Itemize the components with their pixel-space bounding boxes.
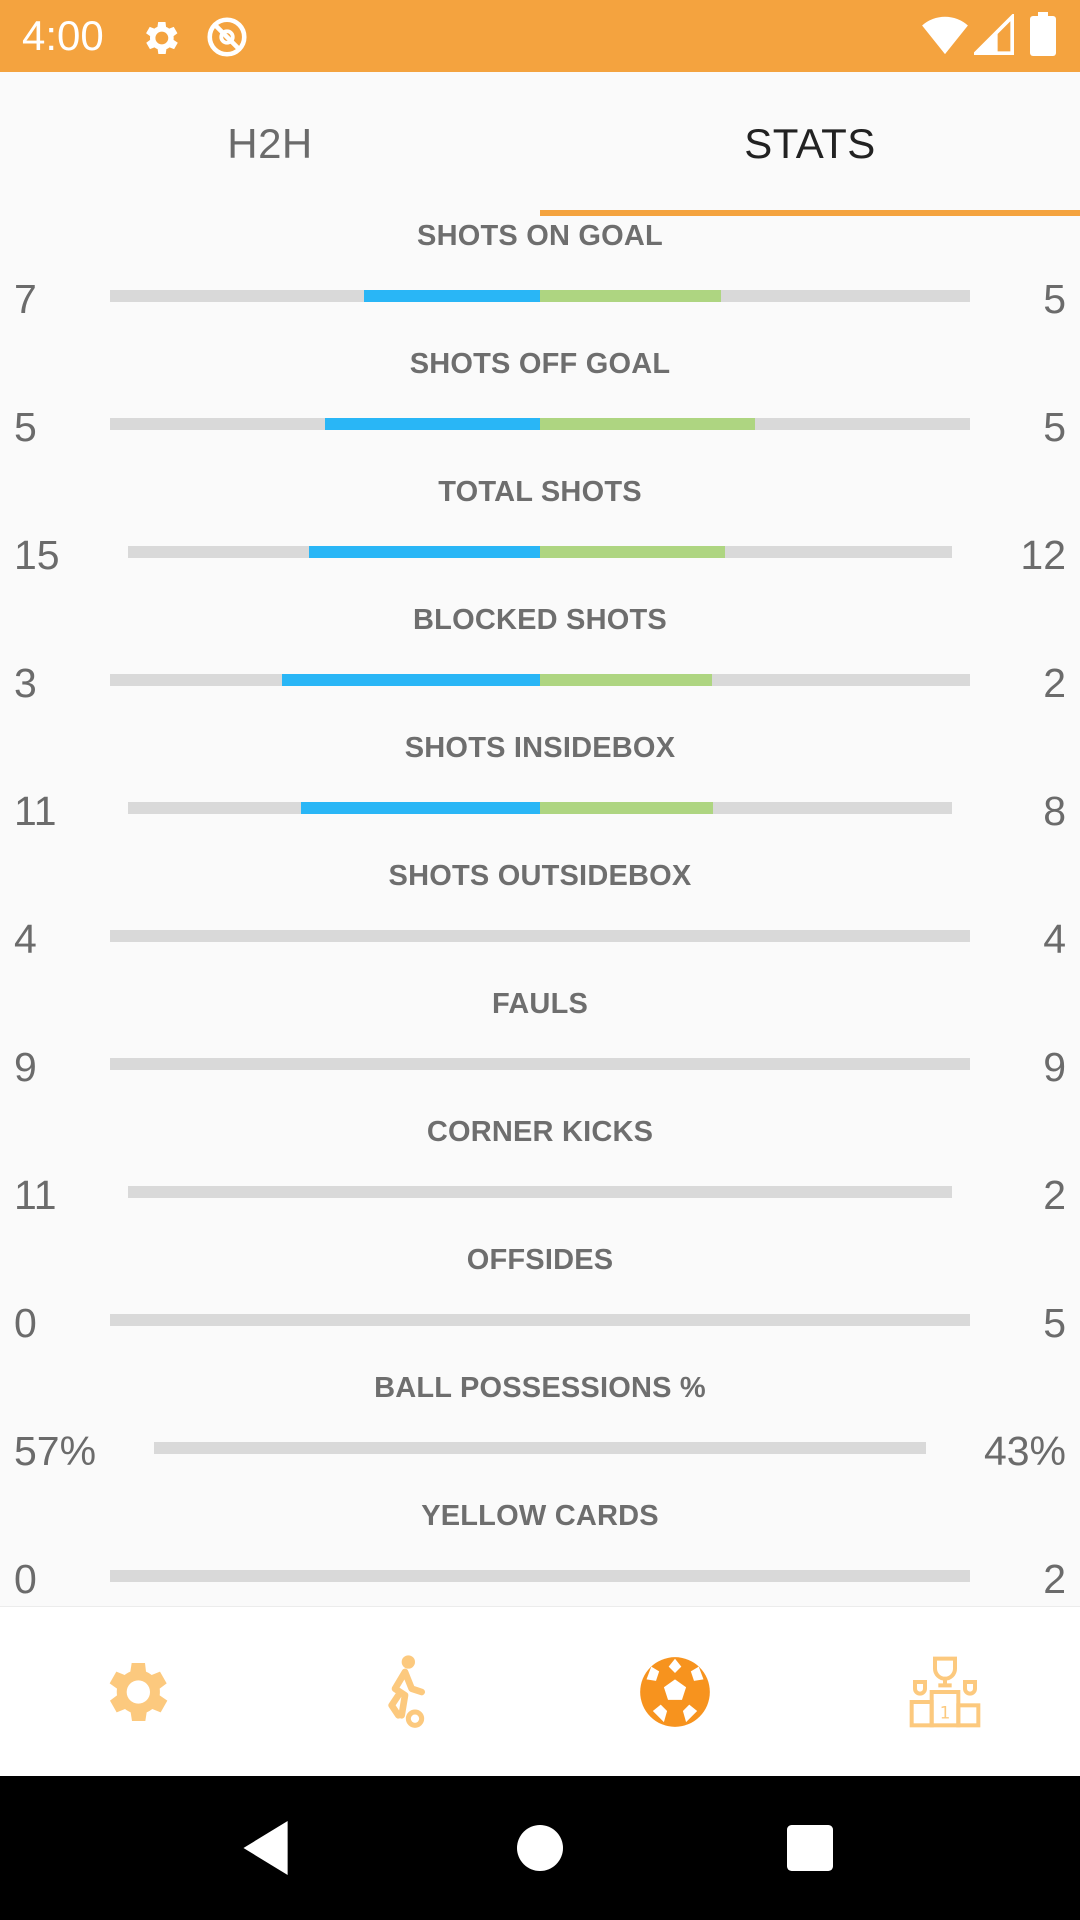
stat-title: CORNER KICKS — [426, 1116, 654, 1148]
stat-comparison-bar — [154, 1442, 926, 1454]
nav-item-players[interactable] — [270, 1607, 540, 1777]
stat-row: CORNER KICKS 11 2 — [0, 1112, 1080, 1240]
status-bar: 4:00 — [0, 0, 1080, 72]
stat-row: YELLOW CARDS 0 2 — [0, 1496, 1080, 1606]
system-back-button[interactable] — [188, 1776, 348, 1920]
stat-home-value: 0 — [14, 1556, 37, 1602]
away-bar-segment — [540, 674, 712, 686]
stat-title: TOTAL SHOTS — [438, 476, 642, 508]
back-icon — [243, 1821, 288, 1875]
stat-row: FAULS 9 9 — [0, 984, 1080, 1112]
stat-comparison-bar — [128, 546, 952, 558]
stat-away-value: 2 — [1043, 1172, 1066, 1218]
stat-away-value: 2 — [1043, 660, 1066, 706]
stat-row: TOTAL SHOTS 15 12 — [0, 472, 1080, 600]
away-bar-segment — [540, 418, 755, 430]
system-home-button[interactable] — [460, 1776, 620, 1920]
stat-row: SHOTS OUTSIDEBOX 4 4 — [0, 856, 1080, 984]
stats-list: SHOTS ON GOAL 7 5 SHOTS OFF GOAL 5 5 TOTAL SHO… — [0, 216, 1080, 1606]
nav-item-matches[interactable] — [540, 1607, 810, 1777]
stat-row: SHOTS OFF GOAL 5 5 — [0, 344, 1080, 472]
stat-home-value: 57% — [14, 1428, 97, 1474]
system-navigation-bar — [0, 1776, 1080, 1920]
home-bar-segment — [363, 290, 540, 302]
stat-comparison-bar — [110, 290, 970, 302]
stat-home-value: 11 — [14, 1172, 57, 1218]
stat-title: SHOTS INSIDEBOX — [404, 732, 676, 764]
home-icon — [517, 1825, 563, 1871]
stat-home-value: 4 — [14, 916, 37, 962]
stat-comparison-bar — [110, 1570, 970, 1582]
stat-title: BALL POSSESSIONS % — [374, 1372, 706, 1404]
stat-title: BLOCKED SHOTS — [413, 604, 667, 636]
battery-icon — [1030, 12, 1056, 56]
trophy-podium-icon: 1 — [909, 1656, 981, 1728]
stat-home-value: 9 — [14, 1044, 37, 1090]
player-icon — [388, 1655, 425, 1728]
stat-comparison-bar — [110, 930, 970, 942]
status-time: 4:00 — [22, 12, 104, 59]
stat-away-value: 43% — [983, 1428, 1066, 1474]
away-bar-segment — [540, 290, 721, 302]
stat-away-value: 8 — [1043, 788, 1066, 834]
home-bar-segment — [282, 674, 540, 686]
stat-away-value: 9 — [1043, 1044, 1066, 1090]
stat-away-value: 2 — [1043, 1556, 1066, 1602]
stat-away-value: 5 — [1043, 276, 1066, 322]
away-bar-segment — [540, 802, 714, 814]
home-bar-segment — [325, 418, 540, 430]
svg-text:1: 1 — [940, 1704, 951, 1723]
home-bar-segment — [309, 546, 540, 558]
away-bar-segment — [540, 546, 726, 558]
tab-stats[interactable]: STATS — [540, 72, 1080, 216]
soccer-ball-icon — [640, 1657, 710, 1727]
do-not-disturb-icon — [207, 17, 247, 57]
stat-title: OFFSIDES — [466, 1244, 614, 1276]
system-recents-button[interactable] — [730, 1776, 890, 1920]
stat-home-value: 7 — [14, 276, 37, 322]
stat-comparison-bar — [128, 1186, 952, 1198]
stat-home-value: 11 — [14, 788, 57, 834]
nav-item-settings[interactable] — [0, 1607, 270, 1777]
stat-comparison-bar — [128, 802, 952, 814]
home-bar-segment — [301, 802, 540, 814]
stat-title: SHOTS OUTSIDEBOX — [388, 860, 692, 892]
cell-signal-icon — [974, 14, 1014, 55]
stat-away-value: 5 — [1043, 404, 1066, 450]
wifi-icon — [922, 16, 968, 55]
stat-row: SHOTS ON GOAL 7 5 — [0, 216, 1080, 344]
stat-home-value: 5 — [14, 404, 37, 450]
stat-row: BALL POSSESSIONS % 57% 43% — [0, 1368, 1080, 1496]
stat-title: SHOTS ON GOAL — [417, 220, 663, 252]
stat-title: SHOTS OFF GOAL — [409, 348, 671, 380]
stat-comparison-bar — [110, 418, 970, 430]
stat-comparison-bar — [110, 1314, 970, 1326]
tab-h2h[interactable]: H2H — [0, 72, 540, 216]
stat-title: FAULS — [491, 988, 589, 1020]
stat-comparison-bar — [110, 1058, 970, 1070]
tab-bar: H2H STATS — [0, 72, 1080, 216]
stat-home-value: 3 — [14, 660, 37, 706]
settings-icon — [109, 1663, 168, 1721]
nav-item-leagues[interactable]: 1 — [810, 1607, 1080, 1777]
stat-away-value: 12 — [1020, 532, 1066, 578]
stat-away-value: 5 — [1043, 1300, 1066, 1346]
stat-title: YELLOW CARDS — [421, 1500, 659, 1532]
stat-comparison-bar — [110, 674, 970, 686]
recents-icon — [787, 1825, 833, 1871]
stat-row: SHOTS INSIDEBOX 11 8 — [0, 728, 1080, 856]
stat-home-value: 15 — [14, 532, 60, 578]
bottom-navigation: 1 — [0, 1606, 1080, 1777]
stat-home-value: 0 — [14, 1300, 37, 1346]
gear-icon — [146, 22, 178, 54]
stat-row: OFFSIDES 0 5 — [0, 1240, 1080, 1368]
stat-row: BLOCKED SHOTS 3 2 — [0, 600, 1080, 728]
stat-away-value: 4 — [1043, 916, 1066, 962]
